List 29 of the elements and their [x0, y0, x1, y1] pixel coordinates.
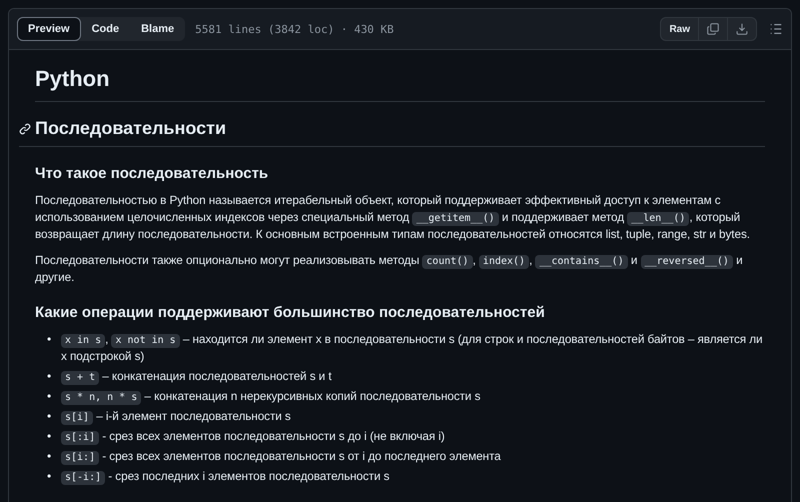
bullet: •	[47, 468, 52, 485]
subheading: Что такое последовательность	[35, 165, 270, 182]
bullet: •	[47, 408, 52, 425]
view-tab[interactable]: Preview	[17, 17, 81, 41]
bullet: •	[47, 331, 52, 348]
bullet: •	[47, 428, 52, 445]
bullet: •	[47, 448, 52, 465]
list-item: s * n, n * s – конкатенация n нерекурсивных копий последовательности s	[61, 388, 480, 405]
list-item: s + t – конкатенация последовательностей s и t	[61, 368, 332, 385]
subheading: Какие операции поддерживают большинство последовательностей	[35, 304, 546, 321]
list-item: s[i] – i-й элемент последовательности s	[61, 408, 291, 425]
bullet: •	[47, 368, 52, 385]
link-icon[interactable]	[19, 122, 31, 134]
list-item: s[:i] - срез всех элементов последовательности s до i (не включая i)	[61, 428, 445, 445]
list-item: x in s , x not in s – находится ли элемент x в последовательности s (для строк и последовательностей байтов – является ли x подстрокой s)	[61, 331, 764, 365]
section-heading: Последовательности	[35, 118, 226, 139]
view-tab[interactable]: Blame	[130, 17, 186, 41]
paragraph: Последовательностью в Python называется итерабельный объект, который поддерживает эффективный доступ к элементам с использованием целочисленных индексов через специальный метод __getitem__() и поддерживает метод __len__() , который возвращает длину последовательности. К основным встроенным типам последовательностей относятся list, tuple, range, str и bytes.	[35, 192, 751, 243]
bullet: •	[47, 388, 52, 405]
file-info: 5581 lines (3842 loc) · 430 KB	[195, 22, 394, 36]
list-item: s[-i:] - срез последних i элементов последовательности s	[61, 468, 390, 485]
outline-list-icon[interactable]	[769, 22, 783, 36]
view-tab[interactable]: Code	[80, 17, 130, 41]
list-item: s[i:] - срез всех элементов последовательности s от i до последнего элемента	[61, 448, 501, 465]
raw-button[interactable]: Raw	[661, 18, 699, 40]
copy-icon	[707, 23, 719, 35]
document-title: Python	[35, 62, 765, 102]
download-icon	[736, 23, 748, 35]
paragraph: Последовательности также опционально могут реализовывать методы count() , index() , __contains__() и __reversed__() и другие.	[35, 252, 744, 286]
